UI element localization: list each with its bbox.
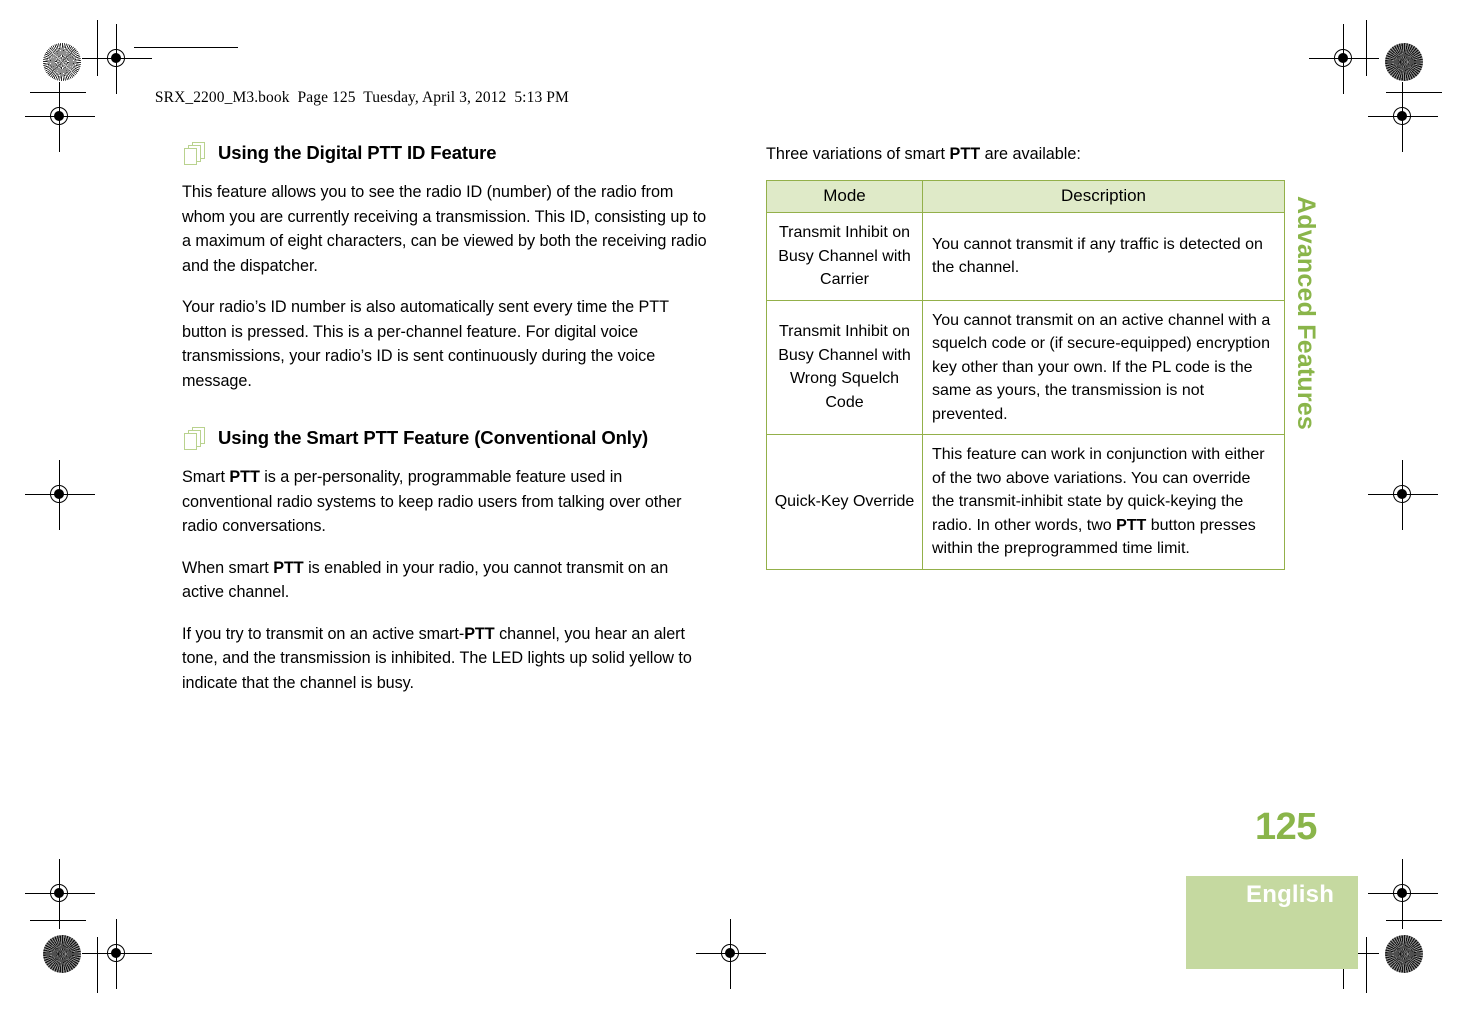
registration-mark-top-left-outer [25, 82, 95, 152]
table-header-row: Mode Description [766, 180, 1285, 213]
density-target-bottom-left [43, 935, 81, 973]
text-run-bold: PTT [229, 468, 260, 486]
left-text-column: Using the Digital PTT ID Feature This fe… [182, 142, 714, 712]
density-target-bottom-right [1385, 935, 1423, 973]
language-label: English [1246, 881, 1335, 908]
paragraph: Your radio’s ID number is also automatic… [182, 298, 669, 390]
header-rule [134, 47, 238, 48]
table-cell-mode: Quick-Key Override [766, 434, 923, 570]
text-run-bold: PTT [949, 145, 981, 163]
stacked-pages-icon [184, 427, 210, 451]
table-cell-description: You cannot transmit on an active channel… [922, 299, 1285, 435]
crop-mark-line [30, 92, 86, 93]
table-cell-description: You cannot transmit if any traffic is de… [922, 212, 1285, 301]
density-target-top-right [1385, 43, 1423, 81]
section-heading-digital-ptt-id: Using the Digital PTT ID Feature [182, 142, 714, 166]
crop-mark-line [1386, 92, 1442, 93]
text-run: When smart [182, 558, 274, 577]
chapter-title: Advanced Features [1292, 196, 1320, 431]
density-target-top-left [43, 43, 81, 81]
text-run: are available: [980, 145, 1081, 163]
text-run-bold: PTT [464, 624, 495, 643]
smart-ptt-modes-table: Mode Description Transmit Inhibit on Bus… [766, 180, 1285, 570]
table-column-header-description: Description [922, 180, 1285, 213]
table-intro-line: Three variations of smart PTT are availa… [766, 142, 1286, 166]
section-heading-text: Using the Digital PTT ID Feature [218, 142, 497, 163]
text-run: If you try to transmit on an active smar… [182, 624, 465, 643]
page-number: 125 [1255, 806, 1317, 848]
paragraph: If you try to transmit on an active smar… [182, 622, 714, 696]
registration-mark-bottom-right-outer [1368, 859, 1438, 929]
crop-mark-line [97, 937, 98, 993]
text-run-bold: PTT [1116, 516, 1147, 534]
table-cell-description: This feature can work in conjunction wit… [922, 434, 1285, 570]
crop-mark-line [1386, 920, 1442, 921]
document-header-line: SRX_2200_M3.book Page 125 Tuesday, April… [134, 47, 569, 125]
paragraph: Smart PTT is a per-personality, programm… [182, 465, 714, 539]
table-row: Transmit Inhibit on Busy Channel with Ca… [766, 212, 1285, 301]
crop-mark-line [1366, 20, 1367, 76]
text-run: Three variations of smart [766, 145, 950, 163]
registration-mark-bottom-left-outer [25, 859, 95, 929]
printed-page: SRX_2200_M3.book Page 125 Tuesday, April… [0, 0, 1462, 1013]
paragraph: When smart PTT is enabled in your radio,… [182, 556, 714, 605]
paragraph: This feature allows you to see the radio… [182, 183, 707, 275]
section-heading-text: Using the Smart PTT Feature (Conventiona… [218, 427, 649, 448]
registration-mark-top-right-inner [1309, 24, 1379, 94]
stacked-pages-icon [184, 142, 210, 166]
table-cell-mode: Transmit Inhibit on Busy Channel with Wr… [766, 299, 923, 435]
header-text: SRX_2200_M3.book Page 125 Tuesday, April… [154, 89, 569, 106]
registration-mark-bottom-center [696, 919, 766, 989]
table-row: Transmit Inhibit on Busy Channel with Wr… [766, 299, 1285, 435]
table-row: Quick-Key Override This feature can work… [766, 434, 1285, 570]
crop-mark-line [30, 920, 86, 921]
crop-mark-line [97, 20, 98, 76]
text-run-bold: PTT [273, 558, 304, 577]
registration-mark-top-right-outer [1368, 82, 1438, 152]
section-heading-smart-ptt: Using the Smart PTT Feature (Conventiona… [182, 427, 714, 451]
registration-mark-top-left-inner [82, 24, 152, 94]
registration-mark-right-middle [1368, 460, 1438, 530]
table-cell-mode: Transmit Inhibit on Busy Channel with Ca… [766, 212, 923, 301]
right-text-column: Three variations of smart PTT are availa… [766, 142, 1286, 570]
registration-mark-bottom-left-inner [82, 919, 152, 989]
text-run: Smart [182, 468, 230, 486]
crop-mark-line [1366, 937, 1367, 993]
table-column-header-mode: Mode [766, 180, 923, 213]
registration-mark-left-middle [25, 460, 95, 530]
